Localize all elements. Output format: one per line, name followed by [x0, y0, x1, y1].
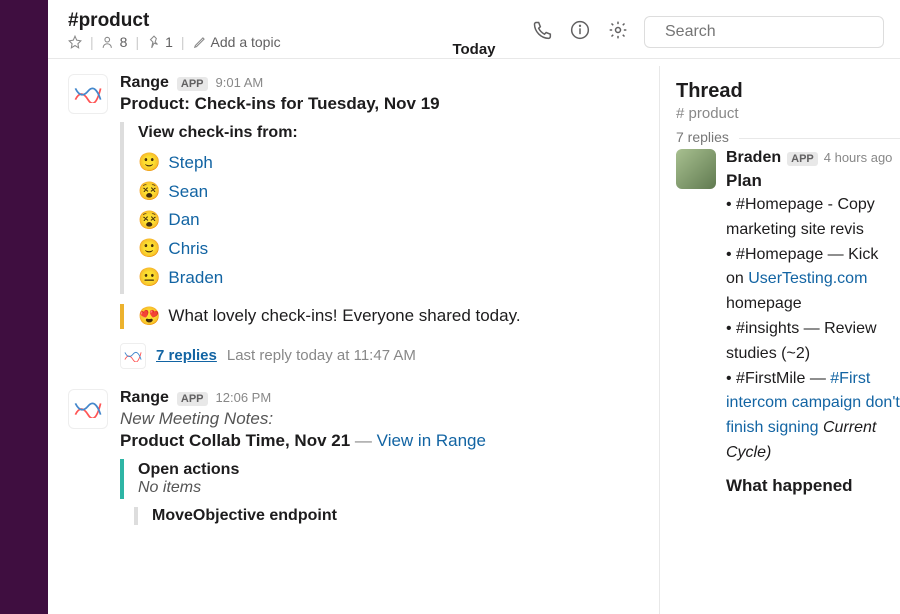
checkin-item: 😵Dan	[138, 206, 639, 235]
thread-author[interactable]: Braden	[726, 149, 781, 167]
user-link[interactable]: Braden	[168, 264, 223, 291]
what-happened-heading: What happened	[726, 476, 900, 496]
open-actions-attachment: Open actions No items	[120, 459, 639, 499]
date-divider: Today	[48, 41, 900, 66]
meeting-line: Product Collab Time, Nov 21 — View in Ra…	[120, 431, 639, 451]
message-subtitle: New Meeting Notes:	[120, 409, 639, 429]
message[interactable]: Range APP 12:06 PM New Meeting Notes: Pr…	[48, 381, 659, 529]
app-badge: APP	[177, 392, 208, 406]
thread-reply-count: 7 replies	[676, 129, 739, 145]
checkin-item: 🙂Steph	[138, 148, 639, 177]
message-title: Product: Check-ins for Tuesday, Nov 19	[120, 94, 639, 114]
checkin-item: 🙂Chris	[138, 234, 639, 263]
message-list: Range APP 9:01 AM Product: Check-ins for…	[48, 66, 660, 614]
plan-bullets: • #Homepage - Copy marketing site revis•…	[726, 193, 900, 466]
message-author[interactable]: Range	[120, 389, 169, 407]
replies-link[interactable]: 7 replies	[156, 347, 217, 364]
view-in-range-link[interactable]: View in Range	[377, 431, 486, 450]
user-link[interactable]: Dan	[168, 206, 199, 233]
user-link[interactable]: Sean	[168, 178, 208, 205]
app-avatar	[120, 343, 146, 369]
app-badge: APP	[787, 152, 818, 166]
thread-panel: Thread # product 7 replies Braden APP 4 …	[660, 66, 900, 614]
message-time: 12:06 PM	[216, 390, 272, 405]
app-avatar[interactable]	[68, 389, 108, 429]
thread-summary[interactable]: 7 replies Last reply today at 11:47 AM	[120, 339, 639, 377]
message-time: 9:01 AM	[216, 75, 264, 90]
user-link[interactable]: Chris	[168, 235, 208, 262]
thread-channel[interactable]: # product	[676, 105, 900, 122]
channel-name[interactable]: #product	[68, 10, 532, 32]
move-objective: MoveObjective endpoint	[134, 507, 639, 525]
checkins-attachment: View check-ins from: 🙂Steph 😵Sean 😵Dan 🙂…	[120, 122, 639, 294]
heart-eyes-icon: 😍	[138, 306, 160, 327]
last-reply-time: Last reply today at 11:47 AM	[227, 347, 416, 364]
message[interactable]: Range APP 9:01 AM Product: Check-ins for…	[48, 66, 659, 381]
thread-message[interactable]: Braden APP 4 hours ago Plan • #Homepage …	[676, 149, 900, 496]
checkin-item: 😐Braden	[138, 263, 639, 292]
thread-title: Thread	[676, 80, 900, 103]
app-badge: APP	[177, 77, 208, 91]
summary-attachment: 😍What lovely check-ins! Everyone shared …	[120, 304, 639, 329]
checkin-item: 😵Sean	[138, 177, 639, 206]
thread-time: 4 hours ago	[824, 150, 893, 165]
avatar[interactable]	[676, 149, 716, 189]
message-author[interactable]: Range	[120, 74, 169, 92]
plan-heading: Plan	[726, 171, 900, 191]
app-avatar[interactable]	[68, 74, 108, 114]
user-link[interactable]: Steph	[168, 149, 212, 176]
workspace-sidebar[interactable]	[0, 0, 48, 614]
